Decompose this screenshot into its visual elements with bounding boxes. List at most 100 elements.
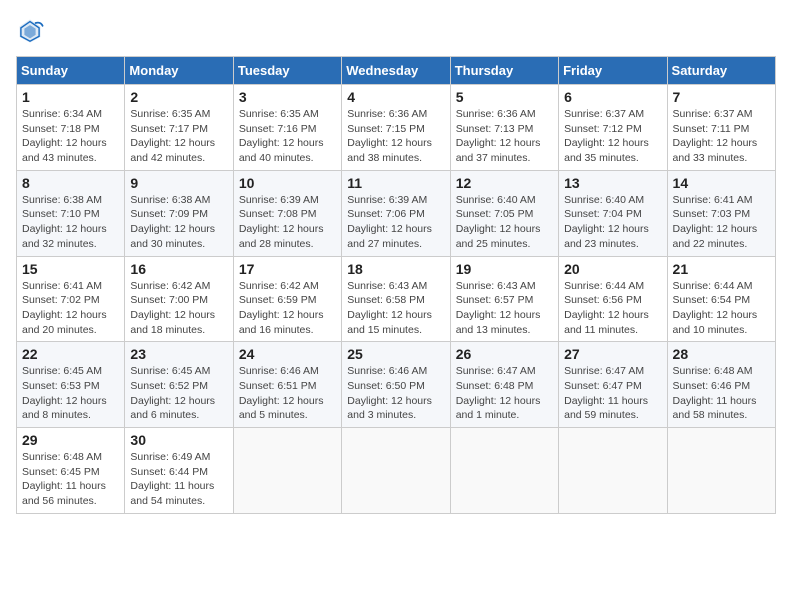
calendar-cell: 20 Sunrise: 6:44 AM Sunset: 6:56 PM Dayl… [559, 256, 667, 342]
calendar-header-tuesday: Tuesday [233, 57, 341, 85]
calendar-cell: 10 Sunrise: 6:39 AM Sunset: 7:08 PM Dayl… [233, 170, 341, 256]
calendar-cell: 15 Sunrise: 6:41 AM Sunset: 7:02 PM Dayl… [17, 256, 125, 342]
day-number: 27 [564, 346, 661, 362]
day-info: Sunrise: 6:48 AM Sunset: 6:45 PM Dayligh… [22, 450, 119, 509]
day-number: 14 [673, 175, 770, 191]
calendar-cell: 2 Sunrise: 6:35 AM Sunset: 7:17 PM Dayli… [125, 85, 233, 171]
day-info: Sunrise: 6:42 AM Sunset: 6:59 PM Dayligh… [239, 279, 336, 338]
calendar-cell: 19 Sunrise: 6:43 AM Sunset: 6:57 PM Dayl… [450, 256, 558, 342]
day-number: 29 [22, 432, 119, 448]
day-info: Sunrise: 6:34 AM Sunset: 7:18 PM Dayligh… [22, 107, 119, 166]
day-info: Sunrise: 6:45 AM Sunset: 6:52 PM Dayligh… [130, 364, 227, 423]
logo [16, 16, 48, 44]
calendar-cell [342, 428, 450, 514]
calendar-week-row: 15 Sunrise: 6:41 AM Sunset: 7:02 PM Dayl… [17, 256, 776, 342]
day-info: Sunrise: 6:41 AM Sunset: 7:03 PM Dayligh… [673, 193, 770, 252]
calendar-cell: 9 Sunrise: 6:38 AM Sunset: 7:09 PM Dayli… [125, 170, 233, 256]
day-info: Sunrise: 6:43 AM Sunset: 6:58 PM Dayligh… [347, 279, 444, 338]
day-number: 6 [564, 89, 661, 105]
day-number: 19 [456, 261, 553, 277]
day-number: 23 [130, 346, 227, 362]
calendar-cell: 23 Sunrise: 6:45 AM Sunset: 6:52 PM Dayl… [125, 342, 233, 428]
logo-icon [16, 16, 44, 44]
calendar-cell: 22 Sunrise: 6:45 AM Sunset: 6:53 PM Dayl… [17, 342, 125, 428]
day-number: 28 [673, 346, 770, 362]
day-number: 12 [456, 175, 553, 191]
calendar-header-wednesday: Wednesday [342, 57, 450, 85]
calendar-cell: 17 Sunrise: 6:42 AM Sunset: 6:59 PM Dayl… [233, 256, 341, 342]
calendar-header-saturday: Saturday [667, 57, 775, 85]
day-info: Sunrise: 6:37 AM Sunset: 7:12 PM Dayligh… [564, 107, 661, 166]
day-info: Sunrise: 6:44 AM Sunset: 6:54 PM Dayligh… [673, 279, 770, 338]
day-number: 10 [239, 175, 336, 191]
day-number: 16 [130, 261, 227, 277]
calendar-header-row: SundayMondayTuesdayWednesdayThursdayFrid… [17, 57, 776, 85]
calendar-cell: 6 Sunrise: 6:37 AM Sunset: 7:12 PM Dayli… [559, 85, 667, 171]
calendar-cell: 28 Sunrise: 6:48 AM Sunset: 6:46 PM Dayl… [667, 342, 775, 428]
day-info: Sunrise: 6:49 AM Sunset: 6:44 PM Dayligh… [130, 450, 227, 509]
calendar-cell: 5 Sunrise: 6:36 AM Sunset: 7:13 PM Dayli… [450, 85, 558, 171]
calendar-cell: 29 Sunrise: 6:48 AM Sunset: 6:45 PM Dayl… [17, 428, 125, 514]
day-info: Sunrise: 6:47 AM Sunset: 6:48 PM Dayligh… [456, 364, 553, 423]
day-info: Sunrise: 6:45 AM Sunset: 6:53 PM Dayligh… [22, 364, 119, 423]
calendar-cell: 18 Sunrise: 6:43 AM Sunset: 6:58 PM Dayl… [342, 256, 450, 342]
calendar-cell: 11 Sunrise: 6:39 AM Sunset: 7:06 PM Dayl… [342, 170, 450, 256]
calendar-table: SundayMondayTuesdayWednesdayThursdayFrid… [16, 56, 776, 514]
calendar-header-thursday: Thursday [450, 57, 558, 85]
day-number: 25 [347, 346, 444, 362]
day-number: 18 [347, 261, 444, 277]
day-info: Sunrise: 6:35 AM Sunset: 7:17 PM Dayligh… [130, 107, 227, 166]
calendar-cell: 24 Sunrise: 6:46 AM Sunset: 6:51 PM Dayl… [233, 342, 341, 428]
calendar-cell: 12 Sunrise: 6:40 AM Sunset: 7:05 PM Dayl… [450, 170, 558, 256]
day-info: Sunrise: 6:36 AM Sunset: 7:15 PM Dayligh… [347, 107, 444, 166]
day-number: 11 [347, 175, 444, 191]
calendar-cell: 25 Sunrise: 6:46 AM Sunset: 6:50 PM Dayl… [342, 342, 450, 428]
day-number: 5 [456, 89, 553, 105]
calendar-cell [559, 428, 667, 514]
day-number: 13 [564, 175, 661, 191]
day-number: 20 [564, 261, 661, 277]
day-info: Sunrise: 6:44 AM Sunset: 6:56 PM Dayligh… [564, 279, 661, 338]
calendar-cell: 21 Sunrise: 6:44 AM Sunset: 6:54 PM Dayl… [667, 256, 775, 342]
calendar-cell: 27 Sunrise: 6:47 AM Sunset: 6:47 PM Dayl… [559, 342, 667, 428]
day-info: Sunrise: 6:40 AM Sunset: 7:04 PM Dayligh… [564, 193, 661, 252]
day-number: 2 [130, 89, 227, 105]
calendar-cell [233, 428, 341, 514]
day-number: 30 [130, 432, 227, 448]
calendar-week-row: 29 Sunrise: 6:48 AM Sunset: 6:45 PM Dayl… [17, 428, 776, 514]
calendar-cell: 8 Sunrise: 6:38 AM Sunset: 7:10 PM Dayli… [17, 170, 125, 256]
day-number: 24 [239, 346, 336, 362]
day-number: 26 [456, 346, 553, 362]
day-number: 7 [673, 89, 770, 105]
day-number: 8 [22, 175, 119, 191]
calendar-week-row: 22 Sunrise: 6:45 AM Sunset: 6:53 PM Dayl… [17, 342, 776, 428]
calendar-cell: 14 Sunrise: 6:41 AM Sunset: 7:03 PM Dayl… [667, 170, 775, 256]
day-info: Sunrise: 6:42 AM Sunset: 7:00 PM Dayligh… [130, 279, 227, 338]
day-info: Sunrise: 6:47 AM Sunset: 6:47 PM Dayligh… [564, 364, 661, 423]
calendar-cell: 1 Sunrise: 6:34 AM Sunset: 7:18 PM Dayli… [17, 85, 125, 171]
day-info: Sunrise: 6:39 AM Sunset: 7:08 PM Dayligh… [239, 193, 336, 252]
calendar-cell: 13 Sunrise: 6:40 AM Sunset: 7:04 PM Dayl… [559, 170, 667, 256]
day-info: Sunrise: 6:36 AM Sunset: 7:13 PM Dayligh… [456, 107, 553, 166]
calendar-cell: 16 Sunrise: 6:42 AM Sunset: 7:00 PM Dayl… [125, 256, 233, 342]
day-number: 15 [22, 261, 119, 277]
day-number: 22 [22, 346, 119, 362]
day-info: Sunrise: 6:46 AM Sunset: 6:51 PM Dayligh… [239, 364, 336, 423]
calendar-cell: 4 Sunrise: 6:36 AM Sunset: 7:15 PM Dayli… [342, 85, 450, 171]
day-info: Sunrise: 6:38 AM Sunset: 7:09 PM Dayligh… [130, 193, 227, 252]
calendar-cell: 7 Sunrise: 6:37 AM Sunset: 7:11 PM Dayli… [667, 85, 775, 171]
calendar-cell [667, 428, 775, 514]
calendar-week-row: 1 Sunrise: 6:34 AM Sunset: 7:18 PM Dayli… [17, 85, 776, 171]
day-number: 4 [347, 89, 444, 105]
page-header [16, 16, 776, 44]
day-number: 21 [673, 261, 770, 277]
day-info: Sunrise: 6:39 AM Sunset: 7:06 PM Dayligh… [347, 193, 444, 252]
calendar-week-row: 8 Sunrise: 6:38 AM Sunset: 7:10 PM Dayli… [17, 170, 776, 256]
day-number: 9 [130, 175, 227, 191]
day-number: 1 [22, 89, 119, 105]
day-info: Sunrise: 6:40 AM Sunset: 7:05 PM Dayligh… [456, 193, 553, 252]
day-info: Sunrise: 6:48 AM Sunset: 6:46 PM Dayligh… [673, 364, 770, 423]
day-info: Sunrise: 6:43 AM Sunset: 6:57 PM Dayligh… [456, 279, 553, 338]
calendar-header-monday: Monday [125, 57, 233, 85]
day-info: Sunrise: 6:46 AM Sunset: 6:50 PM Dayligh… [347, 364, 444, 423]
